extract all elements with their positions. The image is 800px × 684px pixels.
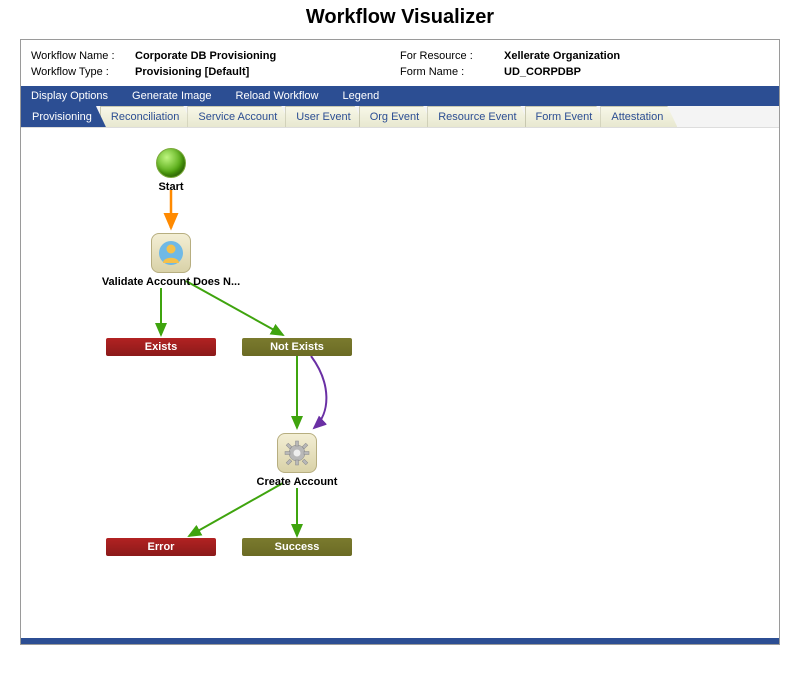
menu-reload-workflow[interactable]: Reload Workflow	[236, 90, 319, 102]
connector-layer	[21, 128, 779, 638]
workflow-name-label: Workflow Name :	[31, 50, 131, 62]
footer-bar	[21, 638, 779, 644]
tab-reconciliation[interactable]: Reconciliation	[100, 106, 193, 127]
menu-generate-image[interactable]: Generate Image	[132, 90, 212, 102]
start-node-icon[interactable]	[156, 148, 186, 178]
tab-form-event[interactable]: Form Event	[525, 106, 607, 127]
create-account-label: Create Account	[257, 476, 338, 488]
info-panel: Workflow Name : Corporate DB Provisionin…	[21, 40, 779, 86]
tab-provisioning[interactable]: Provisioning	[21, 106, 106, 127]
workflow-name-value: Corporate DB Provisioning	[135, 50, 276, 62]
create-account-node[interactable]	[277, 433, 317, 473]
for-resource-label: For Resource :	[400, 50, 500, 62]
tab-bar: Provisioning Reconciliation Service Acco…	[21, 106, 779, 128]
tab-resource-event[interactable]: Resource Event	[427, 106, 530, 127]
form-name-value: UD_CORPDBP	[504, 66, 581, 78]
success-status[interactable]: Success	[242, 538, 352, 556]
menu-legend[interactable]: Legend	[343, 90, 380, 102]
page-title: Workflow Visualizer	[0, 0, 800, 39]
tab-service-account[interactable]: Service Account	[187, 106, 291, 127]
workflow-type-label: Workflow Type :	[31, 66, 131, 78]
workflow-type-value: Provisioning [Default]	[135, 66, 249, 78]
for-resource-value: Xellerate Organization	[504, 50, 620, 62]
start-node-label: Start	[158, 181, 183, 193]
user-icon	[158, 240, 184, 266]
not-exists-status[interactable]: Not Exists	[242, 338, 352, 356]
tab-org-event[interactable]: Org Event	[359, 106, 434, 127]
tab-attestation[interactable]: Attestation	[600, 106, 677, 127]
validate-account-label: Validate Account Does N...	[102, 276, 240, 288]
exists-status[interactable]: Exists	[106, 338, 216, 356]
form-name-label: Form Name :	[400, 66, 500, 78]
workflow-frame: Workflow Name : Corporate DB Provisionin…	[20, 39, 780, 645]
gear-icon	[284, 440, 310, 466]
tab-user-event[interactable]: User Event	[285, 106, 364, 127]
menu-display-options[interactable]: Display Options	[31, 90, 108, 102]
workflow-canvas[interactable]: Start Validate Account Does N... Exists …	[21, 128, 779, 638]
validate-account-node[interactable]	[151, 233, 191, 273]
error-status[interactable]: Error	[106, 538, 216, 556]
menu-bar: Display Options Generate Image Reload Wo…	[21, 86, 779, 106]
